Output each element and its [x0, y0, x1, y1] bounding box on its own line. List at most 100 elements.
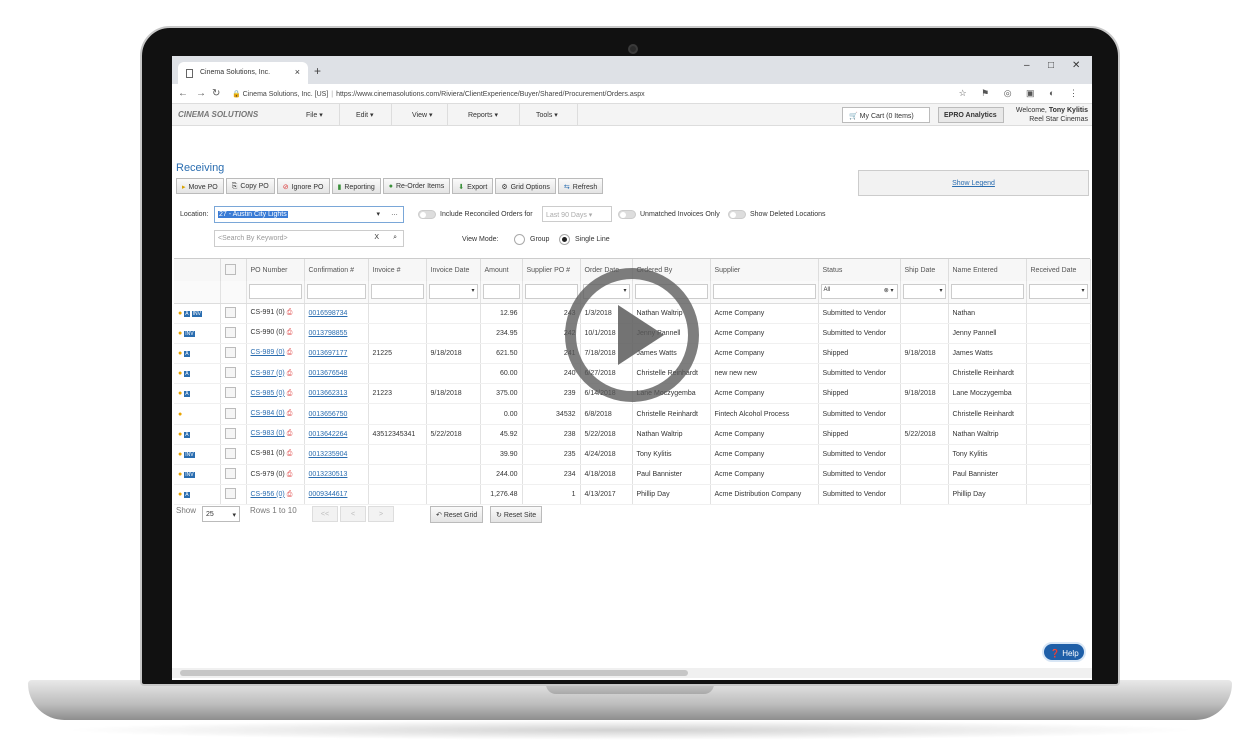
back-icon[interactable]: ← — [178, 88, 188, 99]
menu-edit[interactable]: Edit ▾ — [352, 104, 392, 126]
reporting-button[interactable]: ▮ Reporting — [331, 178, 381, 194]
attachment-badge-icon[interactable]: A — [184, 431, 190, 438]
attachment-badge-icon[interactable]: A — [184, 371, 190, 378]
menu-tools[interactable]: Tools ▾ — [532, 104, 578, 126]
po-number[interactable]: CS-985 (0) — [251, 390, 285, 397]
comment-icon[interactable]: ● — [178, 411, 182, 418]
row-checkbox[interactable] — [224, 488, 236, 500]
filter-date[interactable]: ▾ — [1028, 284, 1088, 300]
confirmation-link[interactable]: 0013642264 — [309, 431, 348, 438]
confirmation-link[interactable]: 0013798855 — [309, 330, 348, 337]
invoice-badge-icon[interactable]: INV — [184, 330, 195, 337]
reorder-items-button[interactable]: ● Re-Order Items — [382, 178, 451, 194]
po-number[interactable]: CS-987 (0) — [251, 370, 285, 377]
first-page-button[interactable]: << — [312, 506, 338, 522]
page-size-select[interactable]: 25 ▾ — [202, 506, 240, 522]
row-checkbox[interactable] — [224, 427, 236, 439]
next-page-button[interactable]: > — [368, 506, 394, 522]
horizontal-scrollbar[interactable] — [172, 668, 1092, 678]
pdf-icon[interactable]: ⎙ — [287, 430, 293, 437]
row-checkbox[interactable] — [224, 367, 236, 379]
comment-icon[interactable]: ● — [178, 330, 182, 337]
po-number[interactable]: CS-989 (0) — [251, 349, 285, 356]
column-header[interactable]: Received Date — [1026, 259, 1091, 281]
show-deleted-toggle[interactable] — [728, 210, 746, 219]
confirmation-link[interactable]: 0016598734 — [309, 310, 348, 317]
comment-icon[interactable]: ● — [178, 491, 182, 498]
menu-view[interactable]: View ▾ — [408, 104, 448, 126]
reset-site-button[interactable]: ↻ Reset Site — [490, 506, 543, 523]
pdf-icon[interactable]: ⎙ — [287, 329, 293, 336]
reset-grid-button[interactable]: ↶ Reset Grid — [430, 506, 484, 523]
pdf-icon[interactable]: ⎙ — [287, 471, 293, 478]
menu-file[interactable]: File ▾ — [302, 104, 340, 126]
pdf-icon[interactable]: ⎙ — [287, 390, 293, 397]
menu-reports[interactable]: Reports ▾ — [464, 104, 520, 126]
po-number[interactable]: CS-984 (0) — [251, 410, 285, 417]
confirmation-link[interactable]: 0013662313 — [309, 390, 348, 397]
confirmation-link[interactable]: 0013235904 — [309, 451, 348, 458]
refresh-button[interactable]: ⇆ Refresh — [557, 178, 604, 194]
row-checkbox[interactable] — [224, 326, 236, 338]
show-legend-link[interactable]: Show Legend — [858, 170, 1089, 196]
grid-options-button[interactable]: ⚙ Grid Options — [495, 178, 556, 194]
days-select[interactable]: Last 90 Days ▾ — [542, 206, 612, 222]
new-tab-icon[interactable]: + — [314, 64, 321, 78]
row-checkbox[interactable] — [224, 346, 236, 358]
cart-button[interactable]: 🛒 My Cart (0 Items) — [842, 107, 930, 123]
attachment-badge-icon[interactable]: A — [184, 350, 190, 357]
move-po-button[interactable]: ▸ Move PO — [176, 178, 224, 194]
view-group-radio[interactable] — [514, 234, 525, 245]
comment-icon[interactable]: ● — [178, 390, 182, 397]
pdf-icon[interactable]: ⎙ — [287, 491, 293, 498]
pdf-icon[interactable]: ⎙ — [287, 349, 293, 356]
help-button[interactable]: ❓ Help — [1042, 642, 1086, 662]
confirmation-link[interactable]: 0013656750 — [309, 411, 348, 418]
pdf-icon[interactable]: ⎙ — [287, 410, 293, 417]
prev-page-button[interactable]: < — [340, 506, 366, 522]
copy-po-button[interactable]: ⎘ Copy PO — [225, 178, 275, 194]
browser-tab[interactable]: Cinema Solutions, Inc. × — [178, 62, 308, 84]
filter-input[interactable] — [950, 284, 1024, 300]
column-header[interactable]: Status — [818, 259, 901, 281]
column-header[interactable]: Ship Date — [900, 259, 949, 281]
row-checkbox[interactable] — [224, 306, 236, 318]
pdf-icon[interactable]: ⎙ — [287, 450, 293, 457]
column-header[interactable]: Supplier — [710, 259, 819, 281]
filter-date[interactable]: ▾ — [428, 284, 478, 300]
filter-input[interactable] — [370, 284, 424, 300]
table-row[interactable]: ● A CS-956 (0) ⎙ 0009344617 1,276.48 1 4/13/20… — [174, 484, 1091, 506]
scrollbar-thumb[interactable] — [180, 670, 688, 676]
pdf-icon[interactable]: ⎙ — [287, 370, 293, 377]
column-header[interactable]: PO Number — [246, 259, 305, 281]
filter-input[interactable] — [306, 284, 366, 300]
filter-input[interactable] — [482, 284, 520, 300]
close-window-icon[interactable]: ✕ — [1072, 60, 1080, 71]
column-header[interactable]: Supplier PO # — [522, 259, 581, 281]
ignore-po-button[interactable]: ⊘ Ignore PO — [276, 178, 330, 194]
attachment-badge-icon[interactable]: A — [184, 492, 190, 499]
column-header[interactable]: Invoice # — [368, 259, 427, 281]
comment-icon[interactable]: ● — [178, 471, 182, 478]
url-field[interactable]: 🔒 Cinema Solutions, Inc. [US] | https://ww… — [232, 90, 645, 98]
forward-icon[interactable]: → — [196, 88, 206, 99]
confirmation-link[interactable]: 0013676548 — [309, 370, 348, 377]
comment-icon[interactable]: ● — [178, 350, 182, 357]
confirmation-link[interactable]: 0013230513 — [309, 471, 348, 478]
table-row[interactable]: ● INV CS-979 (0) ⎙ 0013230513 244.00 234 4/18/… — [174, 464, 1091, 486]
comment-icon[interactable]: ● — [178, 370, 182, 377]
epro-analytics-button[interactable]: EPRO Analytics — [938, 107, 1004, 123]
column-header[interactable]: Name Entered — [948, 259, 1027, 281]
keyword-search-input[interactable]: <Search By Keyword> X ⌕ — [214, 230, 404, 247]
comment-icon[interactable]: ● — [178, 451, 182, 458]
view-single-radio[interactable] — [559, 234, 570, 245]
row-checkbox[interactable] — [224, 407, 236, 419]
filter-date[interactable]: ▾ — [902, 284, 946, 300]
close-tab-icon[interactable]: × — [295, 67, 300, 77]
po-number[interactable]: CS-983 (0) — [251, 430, 285, 437]
table-row[interactable]: ● A CS-983 (0) ⎙ 0013642264 43512345341 5/22/… — [174, 424, 1091, 445]
row-checkbox[interactable] — [224, 447, 236, 459]
confirmation-link[interactable]: 0009344617 — [309, 491, 348, 498]
status-filter[interactable]: All ⊗ ▾ — [820, 284, 898, 300]
po-number[interactable]: CS-956 (0) — [251, 491, 285, 498]
